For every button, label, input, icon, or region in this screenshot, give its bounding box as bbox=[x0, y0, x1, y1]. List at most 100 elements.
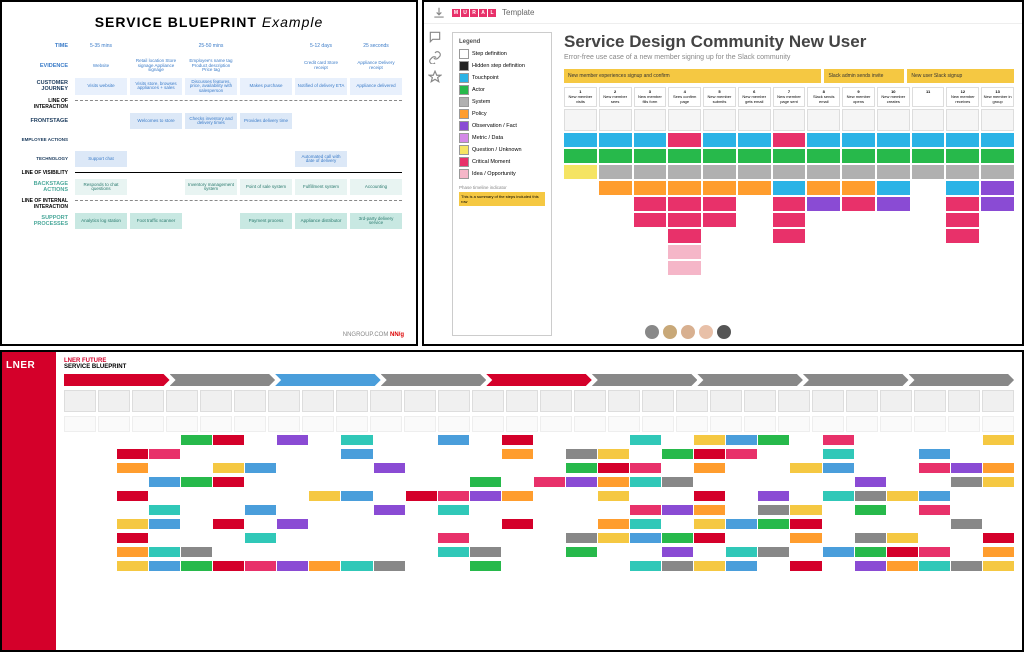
lner-swim-cell bbox=[662, 449, 693, 459]
sticky-note[interactable] bbox=[599, 133, 632, 147]
sticky-note[interactable] bbox=[703, 165, 736, 179]
sticky-note[interactable] bbox=[912, 165, 945, 179]
sticky-note[interactable] bbox=[703, 197, 736, 211]
lner-swim-cell bbox=[277, 463, 308, 473]
sticky-note[interactable] bbox=[773, 197, 806, 211]
lner-swim-cell bbox=[919, 435, 950, 445]
sticky-note[interactable] bbox=[599, 149, 632, 163]
sticky-note[interactable] bbox=[703, 149, 736, 163]
avatar[interactable] bbox=[680, 324, 696, 340]
sticky-note[interactable] bbox=[842, 149, 875, 163]
sticky-note[interactable] bbox=[981, 133, 1014, 147]
sticky-note[interactable] bbox=[773, 181, 806, 195]
avatar[interactable] bbox=[644, 324, 660, 340]
lner-swim-cell bbox=[951, 477, 982, 487]
sticky-note[interactable] bbox=[981, 197, 1014, 211]
sticky-note[interactable] bbox=[877, 149, 910, 163]
sticky-note[interactable] bbox=[946, 197, 979, 211]
sticky-note bbox=[773, 261, 806, 275]
sticky-note[interactable] bbox=[773, 133, 806, 147]
col-header: 1New member visits bbox=[564, 87, 597, 107]
avatar[interactable] bbox=[716, 324, 732, 340]
sticky-note[interactable] bbox=[981, 181, 1014, 195]
sticky-note[interactable] bbox=[634, 181, 667, 195]
sticky-note[interactable] bbox=[634, 149, 667, 163]
lner-swim-cell bbox=[887, 449, 918, 459]
sticky-note[interactable] bbox=[668, 261, 701, 275]
lner-swim-cell bbox=[309, 561, 340, 571]
sticky-note[interactable] bbox=[564, 133, 597, 147]
sticky-note[interactable] bbox=[564, 165, 597, 179]
sticky-note[interactable] bbox=[946, 149, 979, 163]
sticky-note[interactable] bbox=[807, 133, 840, 147]
sticky-note[interactable] bbox=[738, 133, 771, 147]
sticky-note[interactable] bbox=[564, 149, 597, 163]
lner-swim-cell bbox=[790, 463, 821, 473]
sticky-note[interactable] bbox=[912, 149, 945, 163]
sticky-note[interactable] bbox=[703, 181, 736, 195]
sticky-note[interactable] bbox=[668, 181, 701, 195]
sticky-note[interactable] bbox=[807, 181, 840, 195]
sticky-note[interactable] bbox=[738, 149, 771, 163]
sticky-note[interactable] bbox=[634, 213, 667, 227]
sticky-note[interactable] bbox=[981, 165, 1014, 179]
sticky-note[interactable] bbox=[842, 133, 875, 147]
lner-swim-cell bbox=[598, 463, 629, 473]
mural-logo: MURAL bbox=[452, 9, 496, 17]
row-label-technology: TECHNOLOGY bbox=[16, 157, 72, 162]
lner-swim-cell bbox=[951, 505, 982, 515]
sticky-note[interactable] bbox=[703, 213, 736, 227]
sticky-note[interactable] bbox=[634, 165, 667, 179]
legend-swatch bbox=[459, 49, 469, 59]
sticky-note[interactable] bbox=[668, 213, 701, 227]
mural-canvas[interactable]: Service Design Community New User Error-… bbox=[564, 32, 1014, 336]
sticky-note[interactable] bbox=[599, 181, 632, 195]
sticky-note[interactable] bbox=[807, 149, 840, 163]
sticky-note[interactable] bbox=[877, 133, 910, 147]
sticky-note[interactable] bbox=[668, 229, 701, 243]
sticky-note[interactable] bbox=[773, 229, 806, 243]
avatar[interactable] bbox=[698, 324, 714, 340]
sticky-note[interactable] bbox=[946, 133, 979, 147]
sticky-note[interactable] bbox=[946, 213, 979, 227]
avatar[interactable] bbox=[662, 324, 678, 340]
sticky-note[interactable] bbox=[877, 181, 910, 195]
sticky-note[interactable] bbox=[877, 197, 910, 211]
sticky-note[interactable] bbox=[634, 197, 667, 211]
sticky-note[interactable] bbox=[668, 165, 701, 179]
sticky-note[interactable] bbox=[807, 197, 840, 211]
sticky-note bbox=[634, 261, 667, 275]
legend-title: Legend bbox=[459, 39, 545, 45]
sticky-note[interactable] bbox=[668, 197, 701, 211]
export-icon[interactable] bbox=[432, 6, 446, 20]
sticky-note[interactable] bbox=[807, 165, 840, 179]
sticky-note[interactable] bbox=[773, 213, 806, 227]
sticky-note[interactable] bbox=[668, 133, 701, 147]
sticky-note[interactable] bbox=[842, 197, 875, 211]
sticky-note[interactable] bbox=[842, 165, 875, 179]
lner-phase bbox=[275, 374, 381, 386]
sticky-note[interactable] bbox=[634, 133, 667, 147]
sticky-note[interactable] bbox=[668, 245, 701, 259]
sticky-note[interactable] bbox=[842, 181, 875, 195]
sticky-note[interactable] bbox=[738, 165, 771, 179]
sticky-note[interactable] bbox=[738, 181, 771, 195]
lner-phase-arrows bbox=[64, 374, 1014, 386]
lner-swim-cell bbox=[309, 477, 340, 487]
sticky-note[interactable] bbox=[877, 165, 910, 179]
sticky-note[interactable] bbox=[912, 133, 945, 147]
sticky-note[interactable] bbox=[946, 165, 979, 179]
lner-swim-cell bbox=[887, 491, 918, 501]
sticky-note[interactable] bbox=[773, 165, 806, 179]
lner-swim-cell bbox=[951, 561, 982, 571]
sticky-note[interactable] bbox=[599, 165, 632, 179]
sticky-note[interactable] bbox=[981, 149, 1014, 163]
lner-swim-cell bbox=[630, 477, 661, 487]
sticky-note[interactable] bbox=[946, 229, 979, 243]
sticky-note[interactable] bbox=[773, 149, 806, 163]
lner-swim-cell bbox=[341, 547, 372, 557]
sticky-note[interactable] bbox=[668, 149, 701, 163]
lner-swim-cell bbox=[855, 505, 886, 515]
sticky-note[interactable] bbox=[946, 181, 979, 195]
sticky-note[interactable] bbox=[703, 133, 736, 147]
